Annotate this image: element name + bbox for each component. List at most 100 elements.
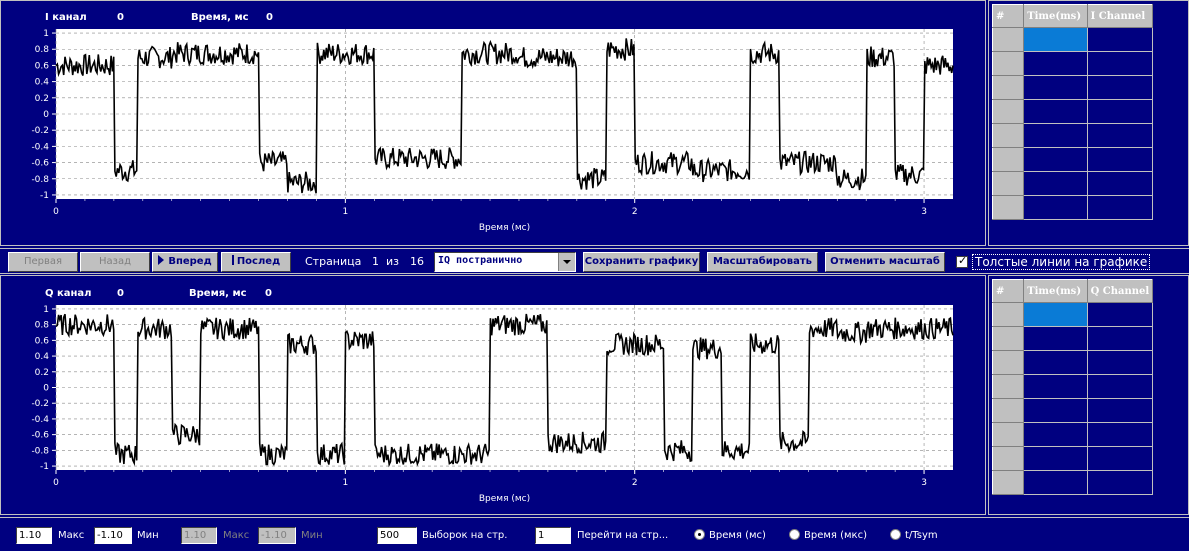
time-cell[interactable]	[1023, 422, 1088, 447]
table-row[interactable]	[991, 195, 1154, 220]
table-row[interactable]	[991, 302, 1154, 327]
time-cell[interactable]	[1023, 195, 1088, 220]
back-button[interactable]: Назад	[80, 252, 150, 272]
y-tick-label: 0.6	[35, 336, 50, 346]
max1-input[interactable]: 1.10	[16, 527, 52, 544]
table-row[interactable]	[991, 171, 1154, 196]
dropdown-button[interactable]	[558, 253, 575, 271]
max2-input[interactable]: 1.10	[181, 527, 217, 544]
table-row[interactable]	[991, 75, 1154, 100]
row-header-cell[interactable]	[991, 195, 1025, 220]
goto-page-input[interactable]: 1	[535, 527, 571, 544]
row-header-cell[interactable]	[991, 27, 1025, 52]
row-header-cell[interactable]	[991, 350, 1025, 375]
y-tick-label: 0.8	[35, 45, 50, 55]
table-row[interactable]	[991, 398, 1154, 423]
time-cell[interactable]	[1023, 171, 1088, 196]
table-row[interactable]	[991, 27, 1154, 52]
col-index-header[interactable]: #	[991, 4, 1025, 28]
time-cell[interactable]	[1023, 147, 1088, 172]
channel-cell[interactable]	[1086, 374, 1154, 399]
last-page-button[interactable]: Послед	[221, 252, 291, 272]
channel-cell[interactable]	[1086, 326, 1154, 351]
time-cell[interactable]	[1023, 398, 1088, 423]
forward-button[interactable]: Вперед	[152, 252, 218, 272]
channel-cell[interactable]	[1086, 27, 1154, 52]
min1-input[interactable]: -1.10	[94, 527, 132, 544]
table-row[interactable]	[991, 446, 1154, 471]
x-tick-label: 1	[342, 207, 348, 217]
channel-cell[interactable]	[1086, 195, 1154, 220]
row-header-cell[interactable]	[991, 422, 1025, 447]
row-header-cell[interactable]	[991, 75, 1025, 100]
channel-cell[interactable]	[1086, 147, 1154, 172]
channel-cell[interactable]	[1086, 51, 1154, 76]
i-channel-table[interactable]: # Time(ms) I Channel	[991, 4, 1154, 220]
y-tick-label: 0.6	[35, 61, 50, 71]
scale-button[interactable]: Масштабировать	[707, 252, 818, 272]
table-row[interactable]	[991, 350, 1154, 375]
channel-cell[interactable]	[1086, 123, 1154, 148]
col-time-header[interactable]: Time(ms)	[1023, 279, 1088, 303]
time-cell[interactable]	[1023, 51, 1088, 76]
first-page-button[interactable]: Первая	[8, 252, 78, 272]
row-header-cell[interactable]	[991, 302, 1025, 327]
channel-cell[interactable]	[1086, 398, 1154, 423]
thick-lines-checkbox[interactable]: ✓	[956, 254, 968, 268]
time-cell[interactable]	[1023, 302, 1088, 327]
channel-cell[interactable]	[1086, 470, 1154, 495]
time-cell[interactable]	[1023, 446, 1088, 471]
channel-cell[interactable]	[1086, 350, 1154, 375]
page-total: 16	[410, 255, 424, 268]
radio-time-us-label: Время (мкс)	[804, 530, 867, 541]
table-row[interactable]	[991, 470, 1154, 495]
q-channel-chart[interactable]: 1 0.8 0.6 0.4 0.2 0 -0.2 -0.4 -0.6 -0.8 -1 0 1 2 3 Врем…	[1, 276, 987, 516]
save-graph-button[interactable]: Сохранить графику	[583, 252, 700, 272]
col-channel-header[interactable]: Q Channel	[1086, 279, 1154, 303]
row-header-cell[interactable]	[991, 446, 1025, 471]
channel-cell[interactable]	[1086, 99, 1154, 124]
channel-cell[interactable]	[1086, 446, 1154, 471]
radio-time-us[interactable]	[789, 529, 800, 540]
channel-cell[interactable]	[1086, 171, 1154, 196]
row-header-cell[interactable]	[991, 326, 1025, 351]
time-cell[interactable]	[1023, 99, 1088, 124]
time-cell[interactable]	[1023, 374, 1088, 399]
table-row[interactable]	[991, 374, 1154, 399]
cancel-scale-button[interactable]: Отменить масштаб	[825, 252, 945, 272]
samples-input[interactable]: 500	[377, 527, 417, 544]
mode-select[interactable]: IQ постранично	[434, 252, 576, 272]
row-header-cell[interactable]	[991, 171, 1025, 196]
table-row[interactable]	[991, 51, 1154, 76]
time-cell[interactable]	[1023, 75, 1088, 100]
row-header-cell[interactable]	[991, 374, 1025, 399]
table-row[interactable]	[991, 326, 1154, 351]
row-header-cell[interactable]	[991, 470, 1025, 495]
time-cell[interactable]	[1023, 350, 1088, 375]
q-channel-table[interactable]: # Time(ms) Q Channel	[991, 279, 1154, 495]
col-time-header[interactable]: Time(ms)	[1023, 4, 1088, 28]
i-channel-chart[interactable]: 1 0.8 0.6 0.4 0.2 0 -0.2 -0.4 -0.6 -0.8 -1 0 1 2 3 Врем…	[1, 1, 987, 247]
channel-cell[interactable]	[1086, 75, 1154, 100]
table-row[interactable]	[991, 422, 1154, 447]
time-cell[interactable]	[1023, 123, 1088, 148]
row-header-cell[interactable]	[991, 51, 1025, 76]
radio-tsym[interactable]	[890, 529, 901, 540]
channel-cell[interactable]	[1086, 422, 1154, 447]
table-row[interactable]	[991, 123, 1154, 148]
row-header-cell[interactable]	[991, 123, 1025, 148]
min2-input[interactable]: -1.10	[258, 527, 296, 544]
table-row[interactable]	[991, 99, 1154, 124]
y-tick-label: -0.6	[31, 431, 49, 441]
row-header-cell[interactable]	[991, 99, 1025, 124]
table-row[interactable]	[991, 147, 1154, 172]
row-header-cell[interactable]	[991, 147, 1025, 172]
col-channel-header[interactable]: I Channel	[1086, 4, 1154, 28]
time-cell[interactable]	[1023, 326, 1088, 351]
time-cell[interactable]	[1023, 27, 1088, 52]
row-header-cell[interactable]	[991, 398, 1025, 423]
channel-cell[interactable]	[1086, 302, 1154, 327]
radio-time-ms[interactable]	[694, 529, 705, 540]
col-index-header[interactable]: #	[991, 279, 1025, 303]
time-cell[interactable]	[1023, 470, 1088, 495]
